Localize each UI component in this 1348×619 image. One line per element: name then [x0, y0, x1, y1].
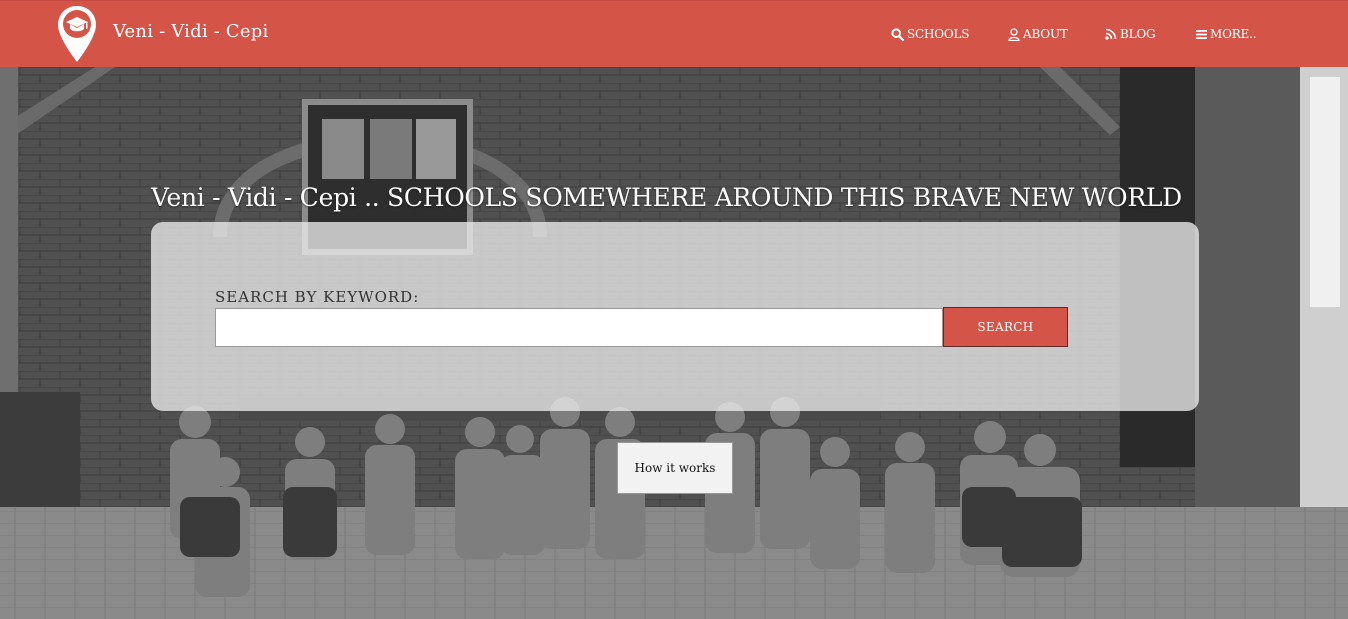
nav-schools[interactable]: SCHOOLS — [891, 27, 970, 41]
nav-about-label: ABOUT — [1023, 27, 1068, 41]
map-pin-graduation-cap-icon[interactable] — [56, 4, 98, 64]
nav-about[interactable]: ABOUT — [1008, 27, 1068, 41]
nav-blog-label: BLOG — [1120, 27, 1156, 41]
page-headline: Veni - Vidi - Cepi .. SCHOOLS SOMEWHERE … — [151, 183, 1182, 212]
top-navbar: Veni - Vidi - Cepi SCHOOLS ABOUT BLOG MO… — [0, 0, 1348, 67]
user-icon — [1008, 27, 1020, 41]
nav-more-label: MORE.. — [1210, 27, 1257, 41]
search-panel: SEARCH BY KEYWORD: SEARCH — [151, 222, 1199, 411]
bars-icon — [1196, 29, 1207, 39]
search-label: SEARCH BY KEYWORD: — [215, 288, 420, 306]
search-icon — [891, 27, 904, 41]
search-input[interactable] — [215, 308, 943, 347]
nav-schools-label: SCHOOLS — [907, 27, 970, 41]
nav-blog[interactable]: BLOG — [1105, 27, 1156, 41]
rss-icon — [1105, 28, 1117, 40]
how-it-works-button[interactable]: How it works — [617, 442, 733, 494]
search-button[interactable]: SEARCH — [943, 307, 1068, 347]
brand-title[interactable]: Veni - Vidi - Cepi — [113, 21, 268, 42]
nav-more[interactable]: MORE.. — [1196, 27, 1257, 41]
